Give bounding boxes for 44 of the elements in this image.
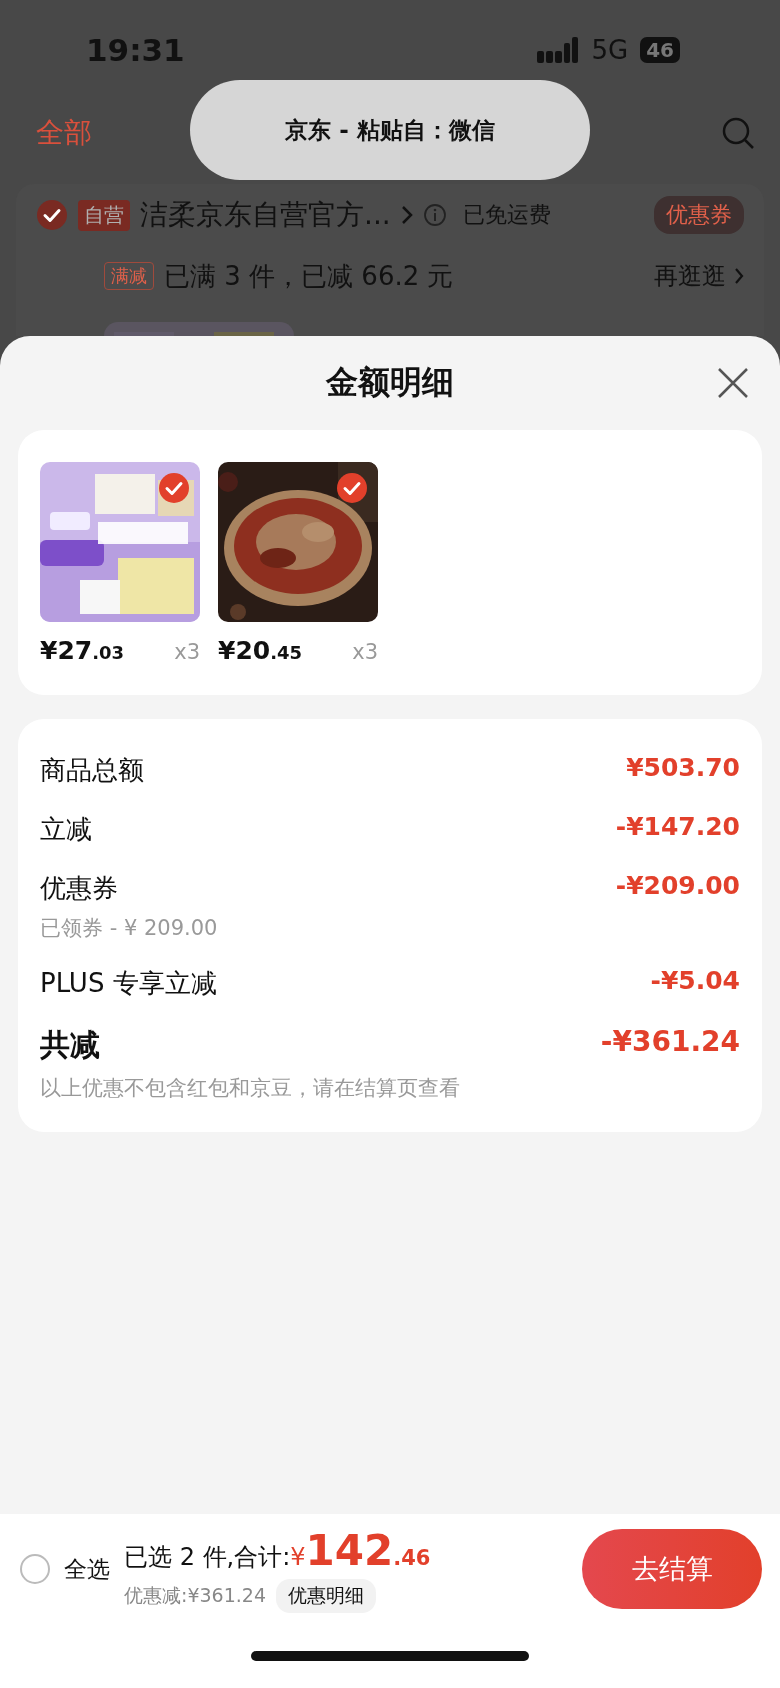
battery-level: 46 xyxy=(640,37,680,63)
status-time: 19:31 xyxy=(86,32,185,68)
amount-value: -¥147.20 xyxy=(615,812,740,841)
amount-label: 共减 xyxy=(40,1026,100,1064)
sheet-title: 金额明细 xyxy=(326,362,454,403)
item-quantity: x3 xyxy=(174,640,200,664)
self-operated-tag: 自营 xyxy=(78,199,130,231)
disclaimer-text: 以上优惠不包含红包和京豆，请在结算页查看 xyxy=(40,1075,461,1102)
amount-label: 优惠券 xyxy=(40,872,119,905)
discount-detail-button[interactable]: 优惠明细 xyxy=(276,1578,376,1613)
store-name[interactable]: 洁柔京东自营官方... xyxy=(140,196,391,234)
signal-icon xyxy=(537,37,580,63)
select-all-label[interactable]: 全选 xyxy=(64,1553,110,1585)
selected-summary: 已选 2 件,合计: xyxy=(124,1541,291,1573)
all-tab[interactable]: 全部 xyxy=(36,114,92,152)
amount-value: -¥5.04 xyxy=(650,966,740,995)
item-checkbox[interactable] xyxy=(336,472,368,504)
amount-label: PLUS 专享立减 xyxy=(40,967,217,1000)
discount-text: 优惠减:¥361.24 xyxy=(124,1582,266,1608)
amount-value: -¥361.24 xyxy=(600,1025,740,1058)
discount-tag: 满减 xyxy=(104,262,154,290)
checkout-button[interactable]: 去结算 xyxy=(582,1529,762,1609)
shipping-label: 已免运费 xyxy=(462,201,551,229)
network-label: 5G xyxy=(591,35,629,65)
item-price: ¥20.45 xyxy=(218,636,303,665)
amount-label: 商品总额 xyxy=(40,754,144,787)
chevron-icon xyxy=(400,205,413,225)
paste-notification: 京东 - 粘贴自：微信 xyxy=(190,80,590,180)
chevron-icon xyxy=(734,267,744,285)
item-checkbox[interactable] xyxy=(158,472,190,504)
store-checkbox[interactable] xyxy=(36,199,68,231)
browse-more-link[interactable]: 再逛逛 xyxy=(654,260,726,292)
close-icon[interactable] xyxy=(716,366,750,400)
item-price: ¥27.03 xyxy=(40,636,125,665)
search-icon[interactable] xyxy=(720,115,756,151)
coupon-button[interactable]: 优惠券 xyxy=(654,196,744,234)
amount-value: ¥503.70 xyxy=(626,753,740,782)
promo-text: 已满 3 件，已减 66.2 元 xyxy=(164,259,454,293)
amount-label: 立减 xyxy=(40,813,92,846)
amount-note: 已领券 - ¥ 209.00 xyxy=(40,915,218,942)
total-price: ¥142.46 xyxy=(290,1525,431,1575)
item-quantity: x3 xyxy=(352,640,378,664)
amount-value: -¥209.00 xyxy=(615,871,740,900)
select-all-radio[interactable] xyxy=(20,1554,50,1584)
